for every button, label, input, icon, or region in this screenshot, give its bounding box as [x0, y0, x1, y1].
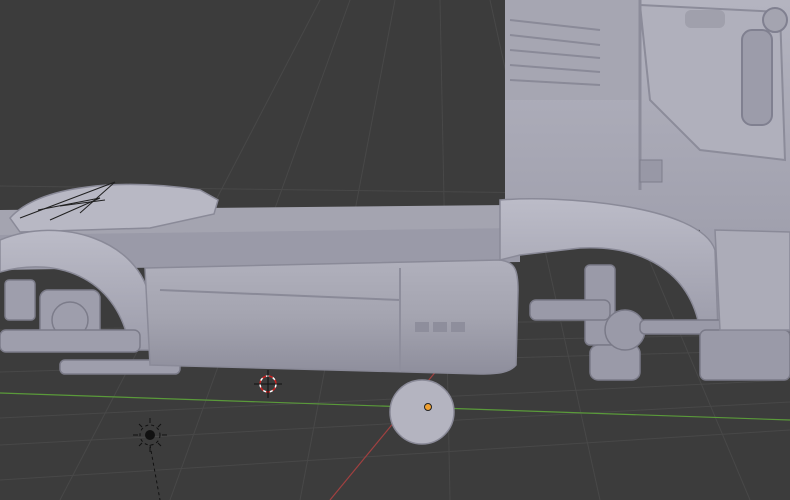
3d-viewport[interactable]	[0, 0, 790, 500]
mirror-part	[741, 29, 773, 126]
truck-model[interactable]	[0, 0, 790, 381]
fuel-tank-part	[144, 259, 519, 375]
wheel-cylinder[interactable]	[389, 379, 455, 445]
light-icon[interactable]	[133, 418, 167, 500]
3d-cursor-icon[interactable]	[254, 370, 282, 398]
viewport-canvas[interactable]	[0, 0, 790, 500]
object-origin-icon	[424, 403, 432, 411]
